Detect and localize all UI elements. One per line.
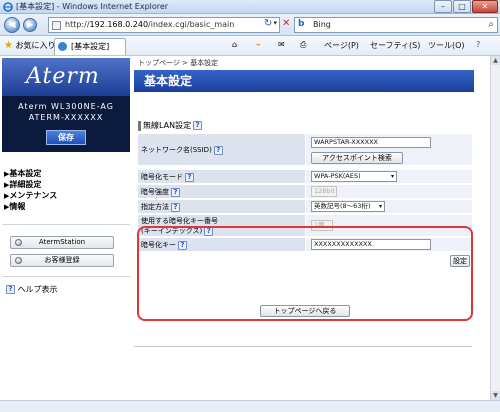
sidebar-item-info[interactable]: ▶情報	[2, 201, 130, 212]
favorites-button[interactable]: ★ お気に入り	[4, 40, 56, 51]
feeds-icon[interactable]: ⌁	[256, 40, 261, 49]
sidebar-menu: ▶基本設定 ▶詳細設定 ▶メンテナンス ▶情報	[2, 168, 130, 212]
model-panel: Aterm WL300NE-AG ATERM-XXXXXX 保存	[2, 96, 130, 152]
help-icon[interactable]: ?	[213, 145, 223, 155]
forward-button[interactable]: ▶	[23, 18, 37, 32]
internet-explorer-icon	[3, 2, 13, 12]
minimize-button[interactable]: –	[434, 0, 452, 13]
aterm-logo: Aterm	[2, 58, 130, 96]
method-label: 指定方法?	[138, 200, 305, 214]
url-input[interactable]: http://192.168.0.240/index.cgi/basic_mai…	[48, 17, 280, 33]
ssid-label: ネットワーク名(SSID)?	[138, 134, 305, 166]
enc-strength-select: 128bit	[311, 186, 337, 197]
method-select[interactable]: 英数記号(8〜63桁) ▾	[311, 201, 385, 212]
page-menu[interactable]: ページ(P)	[324, 40, 359, 51]
chevron-down-icon: ▾	[378, 203, 382, 210]
stop-icon[interactable]: ✕	[282, 18, 290, 30]
enc-strength-row: 暗号強度? 128bit	[138, 185, 472, 199]
close-button[interactable]: ✕	[472, 0, 498, 13]
aterm-station-button[interactable]: AtermStation	[10, 236, 114, 249]
tools-menu[interactable]: ツール(O)	[428, 40, 465, 51]
sidebar-item-advanced-settings[interactable]: ▶詳細設定	[2, 179, 130, 190]
ssid-row: ネットワーク名(SSID)? WARPSTAR-XXXXXX アクセスポイント検…	[138, 134, 472, 166]
section-bar	[138, 120, 141, 131]
title-bar: [基本設定] - Windows Internet Explorer – □ ✕	[0, 0, 500, 14]
maximize-button[interactable]: □	[453, 0, 471, 13]
url-text: http://192.168.0.240/index.cgi/basic_mai…	[65, 20, 235, 29]
enc-mode-label: 暗号化モード?	[138, 170, 305, 184]
page-title: 基本設定	[134, 70, 474, 92]
help-icon[interactable]: ?	[171, 187, 180, 197]
method-cell: 英数記号(8〜63桁) ▾	[306, 200, 472, 214]
url-dropdown-icon[interactable]: ▾	[273, 19, 277, 27]
chevron-down-icon: ▾	[390, 173, 394, 180]
help-icon[interactable]: ?	[193, 121, 203, 130]
home-icon[interactable]: ⌂	[232, 40, 237, 49]
scroll-up-icon[interactable]: ▲	[491, 56, 500, 65]
section-heading: 無線LAN設定?	[138, 120, 203, 131]
mail-icon[interactable]: ✉	[278, 40, 285, 49]
ball-icon	[15, 257, 22, 264]
back-to-top-button[interactable]: トップページへ戻る	[260, 305, 350, 317]
page-icon	[52, 21, 61, 30]
search-icon[interactable]: ⌕	[488, 19, 494, 30]
print-icon[interactable]: ⎙	[300, 40, 306, 50]
enc-mode-select[interactable]: WPA-PSK(AES) ▾	[311, 171, 397, 182]
divider	[2, 276, 130, 277]
divider	[2, 224, 130, 225]
ball-icon	[15, 239, 22, 246]
ap-search-button[interactable]: アクセスポイント検索	[311, 152, 403, 164]
help-icon[interactable]: ?	[185, 172, 194, 182]
enc-mode-row: 暗号化モード? WPA-PSK(AES) ▾	[138, 170, 472, 184]
back-button[interactable]: ◀	[4, 17, 20, 33]
sidebar-item-maintenance[interactable]: ▶メンテナンス	[2, 190, 130, 201]
bing-icon: b	[298, 19, 305, 29]
enc-strength-cell: 128bit	[306, 185, 472, 199]
divider	[134, 346, 472, 347]
help-link[interactable]: ? ヘルプ表示	[6, 284, 58, 295]
address-bar: ◀ ▶ http://192.168.0.240/index.cgi/basic…	[0, 14, 500, 36]
star-icon: ★	[4, 40, 13, 51]
sidebar-item-basic-settings[interactable]: ▶基本設定	[2, 168, 130, 179]
save-button[interactable]: 保存	[46, 130, 86, 145]
help-icon[interactable]: ?	[171, 202, 180, 212]
search-input[interactable]: b Bing ⌕	[294, 17, 498, 33]
ssid-input[interactable]: WARPSTAR-XXXXXX	[311, 137, 431, 148]
device-id: ATERM-XXXXXX	[28, 113, 104, 122]
sidebar: Aterm Aterm WL300NE-AG ATERM-XXXXXX 保存 ▶…	[2, 58, 130, 398]
tab-page-icon	[58, 42, 67, 51]
model-name: Aterm WL300NE-AG	[18, 102, 114, 111]
safety-menu[interactable]: セーフティ(S)	[370, 40, 420, 51]
help-icon[interactable]: ?	[476, 40, 480, 49]
search-placeholder: Bing	[313, 20, 331, 29]
vertical-scrollbar[interactable]: ▲ ▼	[490, 56, 500, 400]
page-content: Aterm Aterm WL300NE-AG ATERM-XXXXXX 保存 ▶…	[0, 56, 490, 400]
status-bar	[0, 400, 500, 412]
help-icon: ?	[6, 285, 15, 294]
refresh-icon[interactable]: ↻	[264, 18, 272, 30]
breadcrumb[interactable]: トップページ > 基本設定	[138, 58, 218, 68]
tab-basic-settings[interactable]: [基本設定]	[54, 38, 126, 55]
customer-registration-button[interactable]: お客様登録	[10, 254, 114, 267]
scroll-down-icon[interactable]: ▼	[491, 391, 500, 400]
ssid-value-cell: WARPSTAR-XXXXXX アクセスポイント検索	[306, 134, 472, 166]
command-bar: ★ お気に入り [基本設定] ⌂ ⌁ ✉ ⎙ ページ(P) セーフティ(S) ツ…	[0, 36, 500, 56]
method-row: 指定方法? 英数記号(8〜63桁) ▾	[138, 200, 472, 214]
enc-strength-label: 暗号強度?	[138, 185, 305, 199]
window-title: [基本設定] - Windows Internet Explorer	[16, 2, 169, 11]
enc-mode-cell: WPA-PSK(AES) ▾	[306, 170, 472, 184]
